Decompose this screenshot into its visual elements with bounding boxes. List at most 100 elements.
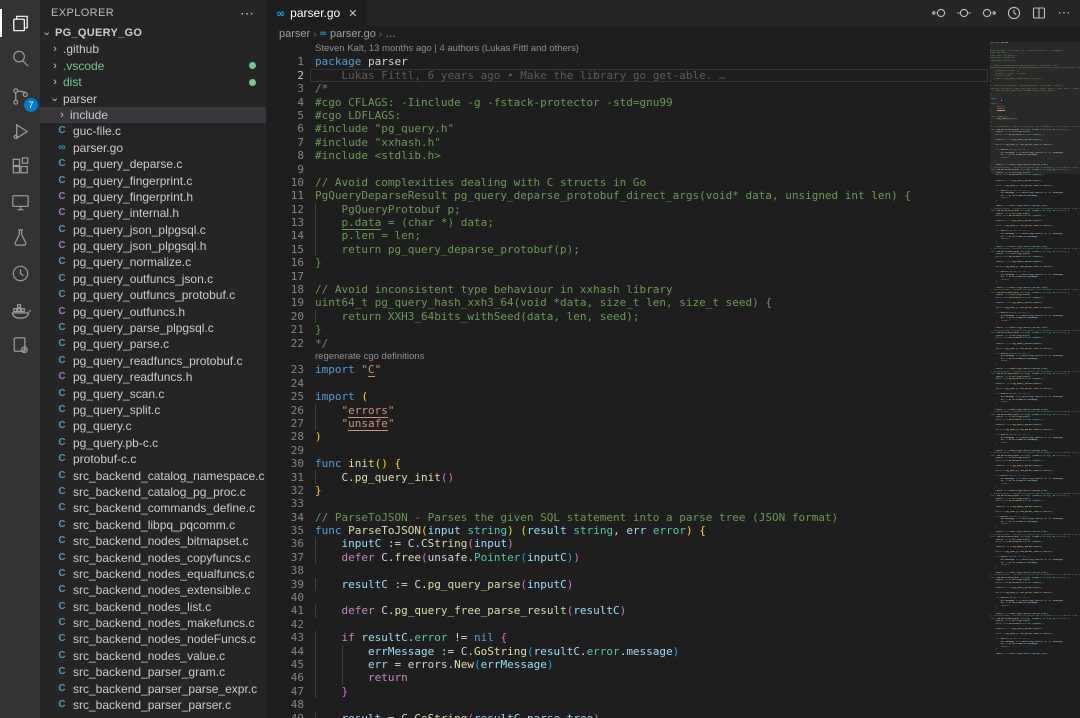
source-control-icon[interactable]: 7 bbox=[0, 79, 40, 113]
file-item[interactable]: Cpg_query_readfuncs_protobuf.c bbox=[40, 353, 266, 369]
file-item[interactable]: Csrc_backend_catalog_namespace.c bbox=[40, 468, 266, 484]
line-number[interactable]: 29 bbox=[266, 444, 304, 457]
file-item[interactable]: Csrc_backend_parser_parse_expr.c bbox=[40, 681, 266, 697]
file-item[interactable]: Cpg_query.c bbox=[40, 418, 266, 434]
gitlens-icon[interactable] bbox=[0, 256, 40, 290]
file-item[interactable]: ∞parser.go bbox=[40, 140, 266, 156]
code-line[interactable]: 13 p.data = (char *) data; bbox=[266, 216, 990, 229]
code-line[interactable]: 11PgQueryDeparseResult pg_query_deparse_… bbox=[266, 189, 990, 202]
line-number[interactable]: 9 bbox=[266, 163, 304, 176]
line-number[interactable]: 2 bbox=[266, 69, 304, 82]
code-line[interactable]: 45 err = errors.New(errMessage) bbox=[266, 658, 990, 671]
file-item[interactable]: Cpg_query_parse_plpgsql.c bbox=[40, 320, 266, 336]
line-number[interactable]: 43 bbox=[266, 631, 304, 644]
file-item[interactable]: Cprotobuf-c.c bbox=[40, 451, 266, 467]
code-line[interactable]: 44 errMessage := C.GoString(resultC.erro… bbox=[266, 645, 990, 658]
line-number[interactable]: 47 bbox=[266, 685, 304, 698]
line-number[interactable]: 6 bbox=[266, 122, 304, 135]
testing-icon[interactable] bbox=[0, 220, 40, 254]
file-item[interactable]: Cpg_query_outfuncs_json.c bbox=[40, 271, 266, 287]
line-number[interactable]: 17 bbox=[266, 270, 304, 283]
line-number[interactable]: 35 bbox=[266, 524, 304, 537]
code-line[interactable]: 40 bbox=[266, 591, 990, 604]
file-item[interactable]: Cpg_query.pb-c.c bbox=[40, 435, 266, 451]
line-number[interactable]: 31 bbox=[266, 471, 304, 484]
docker-icon[interactable] bbox=[0, 293, 40, 327]
line-number[interactable]: 42 bbox=[266, 618, 304, 631]
code-line[interactable]: 7#include "xxhash.h" bbox=[266, 136, 990, 149]
code-line[interactable]: 20 return XXH3_64bits_withSeed(data, len… bbox=[266, 310, 990, 323]
code-line[interactable]: 18// Avoid inconsistent type behaviour i… bbox=[266, 283, 990, 296]
code-line[interactable]: 30func init() { bbox=[266, 457, 990, 470]
code-line[interactable]: 9 bbox=[266, 163, 990, 176]
line-number[interactable]: 45 bbox=[266, 658, 304, 671]
code-line[interactable]: 38 bbox=[266, 564, 990, 577]
code-line[interactable]: 29 bbox=[266, 444, 990, 457]
line-number[interactable]: 39 bbox=[266, 578, 304, 591]
line-number[interactable]: 24 bbox=[266, 377, 304, 390]
folder-item[interactable]: ›include bbox=[40, 107, 266, 123]
line-number[interactable]: 37 bbox=[266, 551, 304, 564]
project-manager-icon[interactable] bbox=[0, 328, 40, 362]
code-line[interactable]: 22*/ bbox=[266, 337, 990, 350]
breadcrumb-folder[interactable]: parser bbox=[279, 28, 310, 40]
code-line[interactable]: 34// ParseToJSON - Parses the given SQL … bbox=[266, 511, 990, 524]
line-number[interactable]: 22 bbox=[266, 337, 304, 350]
file-item[interactable]: Cpg_query_json_plpgsql.c bbox=[40, 222, 266, 238]
close-icon[interactable]: ✕ bbox=[348, 7, 357, 20]
sidebar-more-actions-icon[interactable]: ⋯ bbox=[240, 8, 266, 18]
code-area[interactable]: Steven Kalt, 13 months ago | 4 authors (… bbox=[266, 42, 990, 718]
file-item[interactable]: Cpg_query_fingerprint.h bbox=[40, 189, 266, 205]
file-item[interactable]: Csrc_backend_nodes_copyfuncs.c bbox=[40, 550, 266, 566]
minimap[interactable]: package parser/*#cgo CFLAGS: -Iinclude -… bbox=[990, 42, 1080, 718]
file-item[interactable]: Cpg_query_parse.c bbox=[40, 336, 266, 352]
code-line[interactable]: 42 bbox=[266, 618, 990, 631]
file-item[interactable]: Cpg_query_split.c bbox=[40, 402, 266, 418]
folder-item[interactable]: ›parser bbox=[40, 91, 266, 107]
code-line[interactable]: 27 "unsafe" bbox=[266, 417, 990, 430]
code-line[interactable]: 5#cgo LDFLAGS: bbox=[266, 109, 990, 122]
file-item[interactable]: Cpg_query_outfuncs_protobuf.c bbox=[40, 287, 266, 303]
file-item[interactable]: Csrc_backend_nodes_equalfuncs.c bbox=[40, 566, 266, 582]
code-line[interactable]: 6#include "pg_query.h" bbox=[266, 122, 990, 135]
code-line[interactable]: 25import ( bbox=[266, 390, 990, 403]
code-line[interactable]: 23import "C" bbox=[266, 363, 990, 376]
line-number[interactable]: 11 bbox=[266, 189, 304, 202]
run-debug-icon[interactable] bbox=[0, 114, 40, 148]
code-line[interactable]: 15 return pg_query_deparse_protobuf(p); bbox=[266, 243, 990, 256]
line-number[interactable]: 23 bbox=[266, 363, 304, 376]
file-item[interactable]: Csrc_backend_parser_gram.c bbox=[40, 664, 266, 680]
code-line[interactable]: 37 defer C.free(unsafe.Pointer(inputC)) bbox=[266, 551, 990, 564]
folder-item[interactable]: ›.vscode bbox=[40, 58, 266, 74]
minimap-slider[interactable] bbox=[990, 42, 1080, 174]
file-item[interactable]: Cpg_query_scan.c bbox=[40, 386, 266, 402]
line-number[interactable]: 1 bbox=[266, 55, 304, 68]
code-line[interactable]: 48 bbox=[266, 698, 990, 711]
breadcrumb-file[interactable]: parser.go bbox=[330, 28, 376, 40]
code-line[interactable]: 1package parser bbox=[266, 55, 990, 68]
line-number[interactable]: 25 bbox=[266, 390, 304, 403]
folder-item[interactable]: ›dist bbox=[40, 74, 266, 90]
file-item[interactable]: Csrc_backend_nodes_makefuncs.c bbox=[40, 615, 266, 631]
code-line[interactable]: 32} bbox=[266, 484, 990, 497]
code-line[interactable]: 3/* bbox=[266, 82, 990, 95]
file-item[interactable]: Csrc_backend_parser_parser.c bbox=[40, 697, 266, 713]
next-change-icon[interactable] bbox=[981, 5, 997, 21]
file-item[interactable]: Cguc-file.c bbox=[40, 123, 266, 139]
code-line[interactable]: 8#include <stdlib.h> bbox=[266, 149, 990, 162]
folder-item[interactable]: ›.github bbox=[40, 41, 266, 57]
line-number[interactable]: 14 bbox=[266, 229, 304, 242]
file-item[interactable]: Cpg_query_fingerprint.c bbox=[40, 173, 266, 189]
line-number[interactable]: 3 bbox=[266, 82, 304, 95]
line-number[interactable]: 13 bbox=[266, 216, 304, 229]
code-line[interactable]: 21} bbox=[266, 323, 990, 336]
remote-explorer-icon[interactable] bbox=[0, 185, 40, 219]
file-item[interactable]: Cpg_query_json_plpgsql.h bbox=[40, 238, 266, 254]
code-line[interactable]: 4#cgo CFLAGS: -Iinclude -g -fstack-prote… bbox=[266, 96, 990, 109]
line-number[interactable]: 26 bbox=[266, 404, 304, 417]
line-number[interactable]: 38 bbox=[266, 564, 304, 577]
code-line[interactable]: 43 if resultC.error != nil { bbox=[266, 631, 990, 644]
line-number[interactable]: 30 bbox=[266, 457, 304, 470]
line-number[interactable]: 18 bbox=[266, 283, 304, 296]
code-line[interactable]: 35func ParseToJSON(input string) (result… bbox=[266, 524, 990, 537]
